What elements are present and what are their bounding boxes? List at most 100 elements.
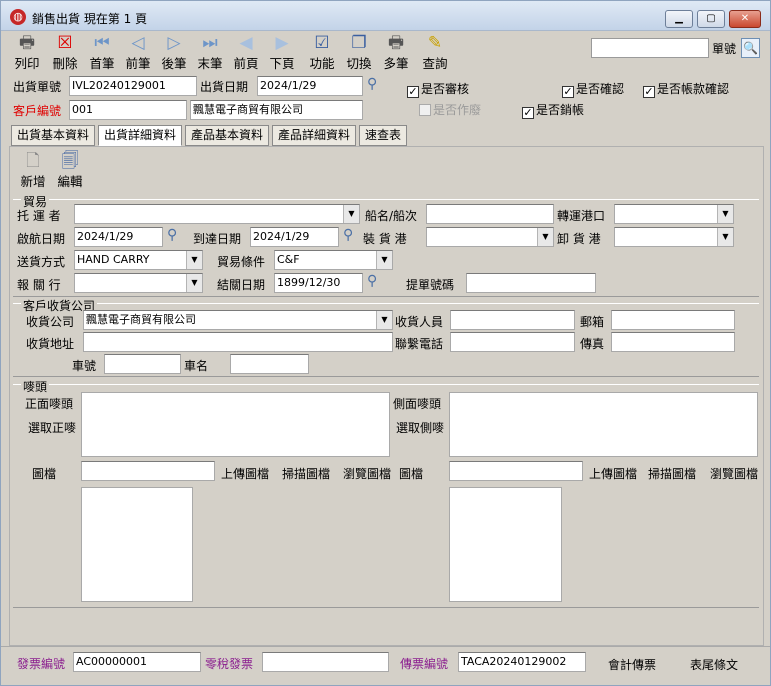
edit-button[interactable]: 🗐 編輯 <box>53 151 87 191</box>
arrive-date-field[interactable]: 2024/1/29 <box>250 227 339 247</box>
closed-checkbox[interactable]: ✓ 是否銷帳 <box>522 101 584 119</box>
new-doc-icon: 🗋 <box>26 151 40 171</box>
delete-button[interactable]: ☒ 刪除 <box>48 33 82 73</box>
depart-date-picker-icon[interactable]: ⚲ <box>167 227 177 243</box>
mailbox-field[interactable] <box>611 310 735 330</box>
trade-terms-select[interactable]: C&F ▼ <box>274 250 393 270</box>
last-record-button[interactable]: ⏭ 末筆 <box>193 33 227 73</box>
front-mark-textarea[interactable] <box>81 392 390 457</box>
print-button[interactable]: 🖶 列印 <box>10 33 44 73</box>
front-image-field[interactable] <box>81 461 215 481</box>
zero-tax-field[interactable] <box>262 652 389 672</box>
front-browse-button[interactable]: 瀏覽圖檔 <box>343 465 391 482</box>
carrier-select[interactable]: ▼ <box>74 204 360 224</box>
tab-quick-lookup[interactable]: 速查表 <box>359 125 407 146</box>
receiver-person-field[interactable] <box>450 310 575 330</box>
select-front-mark-button[interactable]: 選取正嘜 <box>28 419 76 436</box>
customs-date-picker-icon[interactable]: ⚲ <box>367 273 377 289</box>
load-port-select[interactable]: ▼ <box>426 227 554 247</box>
query-icon: ✎ <box>427 33 443 53</box>
side-image-field[interactable] <box>449 461 583 481</box>
ship-date-label: 出貨日期 <box>200 80 249 94</box>
arrive-date-picker-icon[interactable]: ⚲ <box>343 227 353 243</box>
front-upload-button[interactable]: 上傳圖檔 <box>221 465 269 482</box>
side-mark-label: 側面嘜頭 <box>393 397 442 411</box>
multi-record-button[interactable]: 🖶 多筆 <box>379 33 413 73</box>
order-search-input[interactable] <box>591 38 709 58</box>
ship-date-picker-icon[interactable]: ⚲ <box>367 76 377 92</box>
new-button[interactable]: 🗋 新增 <box>16 151 50 191</box>
select-side-mark-button[interactable]: 選取側嘜 <box>396 419 444 436</box>
main-window: ◍ 銷售出貨 現在第 1 頁 ▁ ▢ ✕ 🖶 列印 ☒ 刪除 ⏮ 首筆 ◁ 前筆 ▷ 後筆… <box>0 0 771 686</box>
chevron-down-icon: ▼ <box>186 251 202 269</box>
voucher-no-field[interactable]: TACA20240129002 <box>458 652 586 672</box>
transit-port-select[interactable]: ▼ <box>614 204 734 224</box>
receiver-phone-field[interactable] <box>450 332 575 352</box>
chevron-down-icon: ▼ <box>186 274 202 292</box>
customs-date-field[interactable]: 1899/12/30 <box>274 273 363 293</box>
side-scan-button[interactable]: 掃描圖檔 <box>648 465 696 482</box>
ship-name-field[interactable] <box>426 204 554 224</box>
broker-select[interactable]: ▼ <box>74 273 203 293</box>
function-icon: ☑ <box>314 33 330 53</box>
invoice-no-field[interactable]: AC00000001 <box>73 652 201 672</box>
side-image-preview <box>449 487 562 602</box>
accounting-voucher-button[interactable]: 會計傳票 <box>608 656 656 673</box>
switch-button[interactable]: ❐ 切換 <box>342 33 376 73</box>
search-icon[interactable]: 🔍 <box>741 38 760 58</box>
chevron-down-icon: ▼ <box>537 228 553 246</box>
receiver-address-field[interactable] <box>83 332 393 352</box>
receiver-person-label: 收貨人員 <box>395 315 444 329</box>
customer-name-field[interactable]: 飄慧電子商貿有限公司 <box>190 100 363 120</box>
tab-product-basic[interactable]: 產品基本資料 <box>185 125 269 146</box>
ship-method-select[interactable]: HAND CARRY ▼ <box>74 250 203 270</box>
car-name-field[interactable] <box>230 354 309 374</box>
confirmed-checkbox[interactable]: ✓ 是否確認 <box>562 80 624 98</box>
bl-no-label: 提單號碼 <box>406 278 455 292</box>
tab-basic-shipping[interactable]: 出貨基本資料 <box>11 125 95 146</box>
ship-method-label: 送貨方式 <box>17 255 66 269</box>
zero-tax-label: 零稅發票 <box>205 657 254 671</box>
fax-field[interactable] <box>611 332 735 352</box>
car-no-label: 車號 <box>72 359 97 373</box>
next-page-button[interactable]: ▶ 下頁 <box>265 33 299 73</box>
depart-date-field[interactable]: 2024/1/29 <box>74 227 163 247</box>
function-button[interactable]: ☑ 功能 <box>305 33 339 73</box>
bl-no-field[interactable] <box>466 273 596 293</box>
prev-record-button[interactable]: ◁ 前筆 <box>121 33 155 73</box>
check-icon: ✓ <box>562 85 574 98</box>
close-button[interactable]: ✕ <box>729 10 761 28</box>
voided-checkbox[interactable]: 是否作廢 <box>419 101 481 118</box>
side-image-label: 圖檔 <box>399 467 424 481</box>
unload-port-select[interactable]: ▼ <box>614 227 734 247</box>
printer-icon: 🖶 <box>18 33 36 53</box>
account-confirmed-checkbox[interactable]: ✓ 是否帳款確認 <box>643 80 729 98</box>
mark-group-title: 嘜頭 <box>21 378 50 395</box>
next-icon: ▷ <box>167 33 181 53</box>
multi-icon: 🖶 <box>387 33 405 53</box>
tab-shipping-details[interactable]: 出貨詳細資料 <box>98 125 182 146</box>
car-no-field[interactable] <box>104 354 181 374</box>
order-no-label: 出貨單號 <box>13 80 62 94</box>
maximize-button[interactable]: ▢ <box>697 10 725 28</box>
audited-checkbox[interactable]: ✓ 是否審核 <box>407 80 469 98</box>
side-browse-button[interactable]: 瀏覽圖檔 <box>710 465 758 482</box>
prev-page-button[interactable]: ◀ 前頁 <box>229 33 263 73</box>
order-no-field[interactable]: IVL20240129001 <box>69 76 197 96</box>
mailbox-label: 郵箱 <box>580 315 605 329</box>
footer-text-button[interactable]: 表尾條文 <box>690 656 738 673</box>
car-name-label: 車名 <box>184 359 209 373</box>
tab-product-details[interactable]: 產品詳細資料 <box>272 125 356 146</box>
customer-no-field[interactable]: 001 <box>69 100 187 120</box>
side-mark-textarea[interactable] <box>449 392 758 457</box>
side-upload-button[interactable]: 上傳圖檔 <box>589 465 637 482</box>
receiver-company-label: 收貨公司 <box>26 315 75 329</box>
next-record-button[interactable]: ▷ 後筆 <box>157 33 191 73</box>
unload-port-label: 卸 貨 港 <box>557 232 601 246</box>
receiver-company-select[interactable]: 飄慧電子商貿有限公司 ▼ <box>83 310 393 330</box>
ship-date-field[interactable]: 2024/1/29 <box>257 76 363 96</box>
first-record-button[interactable]: ⏮ 首筆 <box>85 33 119 73</box>
front-scan-button[interactable]: 掃描圖檔 <box>282 465 330 482</box>
minimize-button[interactable]: ▁ <box>665 10 693 28</box>
query-button[interactable]: ✎ 查詢 <box>418 33 452 73</box>
